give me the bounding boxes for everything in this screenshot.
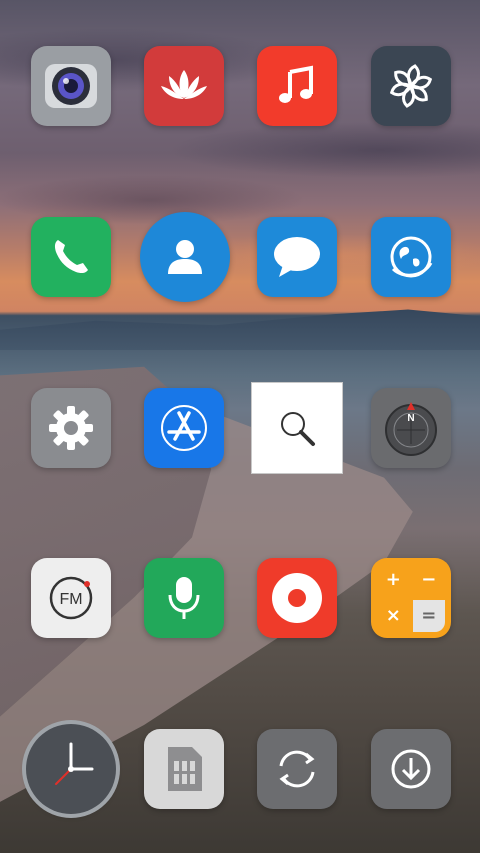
microphone-icon bbox=[168, 577, 200, 619]
home-screen-app-grid: N FM + − × = bbox=[0, 0, 480, 853]
phone-app[interactable] bbox=[31, 217, 111, 297]
fm-radio-text: FM bbox=[59, 591, 82, 608]
lotus-icon bbox=[161, 70, 207, 99]
gallery-app[interactable] bbox=[144, 46, 224, 126]
search-app[interactable] bbox=[252, 383, 342, 473]
person-icon bbox=[168, 240, 202, 274]
settings-app[interactable] bbox=[31, 388, 111, 468]
pinwheel-icon bbox=[389, 64, 433, 108]
record-icon bbox=[272, 573, 322, 623]
gear-icon bbox=[49, 406, 93, 450]
camera-lens-icon bbox=[45, 64, 97, 108]
app-store-icon bbox=[161, 405, 207, 451]
voice-recorder-app[interactable] bbox=[144, 558, 224, 638]
phone-handset-icon bbox=[54, 240, 88, 274]
fm-radio-app[interactable]: FM bbox=[31, 558, 111, 638]
compass-north-label: N bbox=[407, 413, 414, 424]
sync-icon bbox=[279, 750, 315, 788]
pinwheel-app[interactable] bbox=[371, 46, 451, 126]
globe-icon bbox=[390, 236, 433, 278]
contacts-app[interactable] bbox=[140, 212, 230, 302]
camera-app[interactable] bbox=[31, 46, 111, 126]
sim-card-icon bbox=[168, 747, 202, 791]
calculator-multiply-key: × bbox=[385, 604, 401, 626]
speech-bubble-icon bbox=[274, 237, 320, 277]
app-store-app[interactable] bbox=[144, 388, 224, 468]
messages-app[interactable] bbox=[257, 217, 337, 297]
browser-app[interactable] bbox=[371, 217, 451, 297]
downloads-app[interactable] bbox=[371, 729, 451, 809]
calculator-app[interactable]: + − × = bbox=[371, 558, 451, 638]
sim-toolkit-app[interactable] bbox=[144, 729, 224, 809]
sync-app[interactable] bbox=[257, 729, 337, 809]
calculator-equals-key: = bbox=[412, 599, 445, 632]
clock-app[interactable] bbox=[26, 724, 116, 814]
fm-radio-icon: FM bbox=[49, 576, 93, 620]
music-app[interactable] bbox=[257, 46, 337, 126]
download-icon bbox=[391, 749, 431, 789]
compass-icon: N bbox=[385, 402, 437, 456]
calculator-minus-key: − bbox=[421, 569, 437, 591]
magnifier-icon bbox=[281, 412, 315, 446]
clock-icon bbox=[55, 742, 94, 785]
calculator-plus-key: + bbox=[385, 569, 401, 591]
record-app[interactable] bbox=[257, 558, 337, 638]
compass-app[interactable]: N bbox=[371, 388, 451, 468]
music-note-icon bbox=[279, 65, 313, 103]
